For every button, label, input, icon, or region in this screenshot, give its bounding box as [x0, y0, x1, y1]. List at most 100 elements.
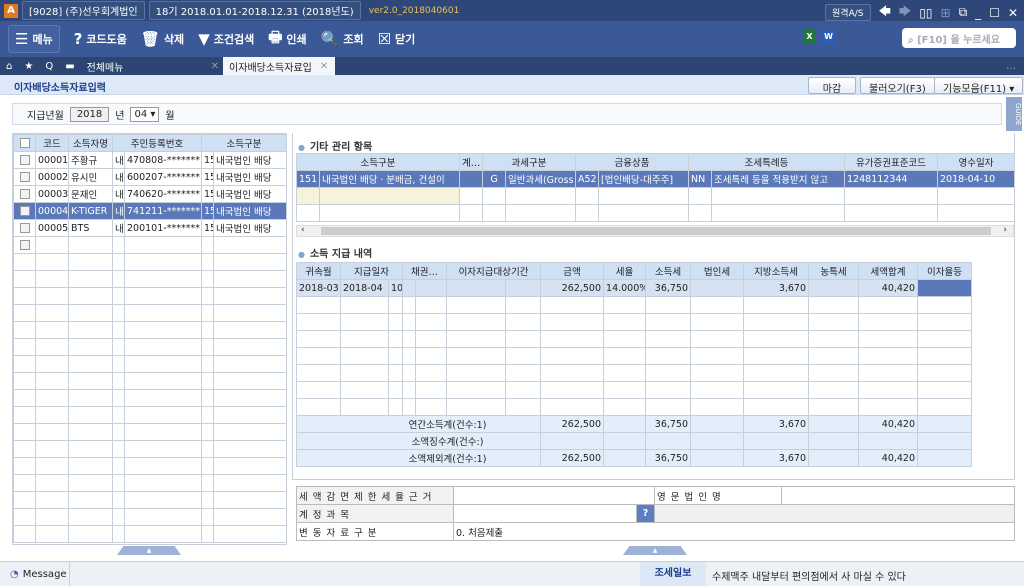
load-button[interactable]: 불러오기(F3): [860, 77, 935, 95]
print-button[interactable]: 🖶 인쇄: [268, 27, 306, 52]
star-icon[interactable]: ★: [18, 57, 39, 75]
cell[interactable]: 내국법인 배당ㆍ분배금, 건설이: [319, 170, 460, 188]
cell-income-code[interactable]: 151: [201, 151, 215, 169]
book-icon[interactable]: ▯▯: [919, 6, 932, 20]
table-row[interactable]: [13, 270, 288, 288]
cell[interactable]: NN: [688, 170, 712, 188]
table-row[interactable]: [13, 525, 288, 543]
filter-button[interactable]: ▼ 조건검색: [198, 30, 254, 48]
table-row[interactable]: [296, 296, 973, 314]
year-input[interactable]: 2018: [69, 106, 110, 122]
cell[interactable]: 40,420: [858, 279, 919, 297]
cell-name[interactable]: 주황규: [68, 151, 113, 169]
horizontal-scrollbar[interactable]: ‹ ›: [296, 225, 1014, 237]
table-row[interactable]: [13, 457, 288, 475]
table-row[interactable]: [13, 236, 288, 254]
table-row[interactable]: [296, 313, 973, 331]
table-row[interactable]: [296, 364, 973, 382]
cell-nationality[interactable]: 내: [112, 202, 125, 220]
scroll-right-icon[interactable]: ›: [1003, 225, 1007, 235]
table-row[interactable]: [296, 187, 1014, 205]
cell[interactable]: 262,500: [540, 279, 605, 297]
delete-button[interactable]: 🗑 삭제: [141, 30, 184, 48]
menu-button[interactable]: ☰ 메뉴: [8, 25, 60, 53]
table-row[interactable]: 00003문재인내740620-*******151내국법인 배당: [13, 185, 288, 203]
cell-nationality[interactable]: 내: [112, 219, 125, 237]
cell-code[interactable]: 00003: [35, 185, 69, 203]
cell[interactable]: G: [482, 170, 506, 188]
cell-income-type[interactable]: 내국법인 배당: [213, 219, 288, 237]
english-name-input[interactable]: [781, 486, 1015, 505]
tab-active[interactable]: 이자배당소득자료입 ✕: [223, 57, 336, 75]
table-row[interactable]: [13, 372, 288, 390]
table-row[interactable]: [13, 474, 288, 492]
account-input[interactable]: [453, 504, 637, 523]
word-icon[interactable]: W: [822, 30, 835, 43]
cell-income-type[interactable]: 내국법인 배당: [213, 168, 288, 186]
forward-icon[interactable]: 🡆: [899, 2, 911, 23]
cell-nationality[interactable]: 내: [112, 185, 125, 203]
collapse-left-button[interactable]: ▲: [117, 546, 181, 555]
table-row[interactable]: [296, 347, 973, 365]
close-tab-icon[interactable]: ✕: [211, 61, 219, 72]
clapper-icon[interactable]: ▬: [59, 57, 80, 75]
table-row[interactable]: [13, 389, 288, 407]
cell-name[interactable]: 유시민: [68, 168, 113, 186]
table-row[interactable]: [13, 287, 288, 305]
table-row[interactable]: [13, 338, 288, 356]
table-row[interactable]: 151 내국법인 배당ㆍ분배금, 건설이 G 일반과세(Gross A52 [법인배당-대…: [296, 170, 1014, 188]
close-tab-icon[interactable]: ✕: [320, 61, 328, 72]
table-row[interactable]: [296, 330, 973, 348]
cell-name[interactable]: BTS: [68, 219, 113, 237]
cell[interactable]: A52: [575, 170, 599, 188]
cell-income-type[interactable]: 내국법인 배당: [213, 151, 288, 169]
cell[interactable]: [917, 279, 973, 297]
close-window-icon[interactable]: ✕: [1008, 6, 1018, 20]
company-selector[interactable]: [9028] (주)선우회계법인: [22, 1, 145, 20]
cell[interactable]: 14.000%: [603, 279, 647, 297]
cell-rrn[interactable]: 740620-*******: [123, 185, 203, 203]
scroll-left-icon[interactable]: ‹: [301, 225, 305, 235]
row-checkbox[interactable]: [13, 202, 36, 220]
cell[interactable]: 일반과세(Gross: [505, 170, 576, 188]
cell-income-type[interactable]: 내국법인 배당: [213, 185, 288, 203]
cell[interactable]: 2018-04: [340, 279, 389, 297]
cell-code[interactable]: 00005: [35, 219, 69, 237]
cell[interactable]: 1248112344: [844, 170, 939, 188]
change-type-select[interactable]: 0. 처음제출: [453, 522, 1015, 541]
account-help-icon[interactable]: ?: [636, 504, 655, 523]
remote-as-button[interactable]: 원격A/S: [825, 4, 871, 21]
table-row[interactable]: 00002유시민내600207-*******151내국법인 배당: [13, 168, 288, 186]
table-row[interactable]: [13, 491, 288, 509]
back-icon[interactable]: 🡄: [879, 2, 891, 23]
cell-nationality[interactable]: 내: [112, 168, 125, 186]
cell-name[interactable]: K-TIGER: [68, 202, 113, 220]
cell-nationality[interactable]: 내: [112, 151, 125, 169]
menu-search-input[interactable]: ⌕ [F10] 을 누르세요: [902, 28, 1016, 48]
table-row[interactable]: 00001주황규내470808-*******151내국법인 배당: [13, 151, 288, 169]
cell[interactable]: 3,670: [743, 279, 810, 297]
cell[interactable]: 조세특례 등을 적용받지 않고: [710, 170, 846, 188]
cell[interactable]: [459, 170, 483, 188]
cell-income-type[interactable]: 내국법인 배당: [213, 202, 288, 220]
cell-rrn[interactable]: 600207-*******: [123, 168, 203, 186]
table-row[interactable]: [296, 398, 973, 416]
table-row[interactable]: [13, 508, 288, 526]
table-row[interactable]: [13, 406, 288, 424]
cell[interactable]: 10: [388, 279, 403, 297]
table-row[interactable]: [13, 321, 288, 339]
scroll-thumb[interactable]: [321, 227, 991, 235]
close-button[interactable]: ☒ 닫기: [378, 30, 416, 48]
row-checkbox[interactable]: [13, 185, 36, 203]
news-ticker-link[interactable]: 수제맥주 내달부터 편의점에서 사 마실 수 있다: [712, 568, 906, 583]
row-checkbox[interactable]: [13, 219, 36, 237]
cell-income-code[interactable]: 151: [201, 185, 215, 203]
search-tab-icon[interactable]: Q: [39, 57, 59, 75]
cell-code[interactable]: 00002: [35, 168, 69, 186]
inquiry-button[interactable]: 🔍 조회: [321, 30, 364, 48]
cell-income-code[interactable]: 151: [201, 168, 215, 186]
cell[interactable]: 36,750: [645, 279, 692, 297]
cell-rrn[interactable]: 200101-*******: [123, 219, 203, 237]
maximize-icon[interactable]: ☐: [989, 6, 1000, 20]
row-checkbox[interactable]: [13, 151, 36, 169]
